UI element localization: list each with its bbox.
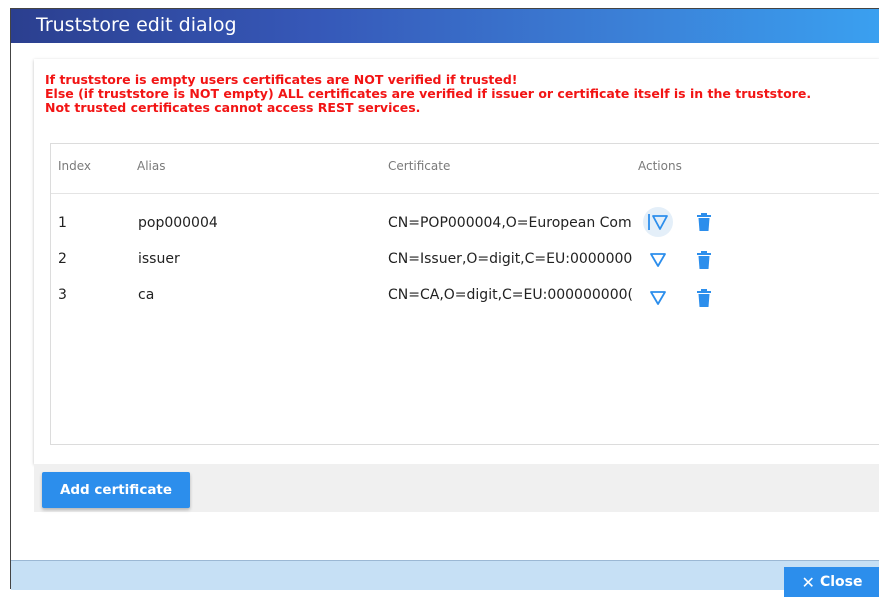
triangle-down-icon xyxy=(648,214,668,230)
warning-line-3: Not trusted certificates cannot access R… xyxy=(45,100,421,115)
certificates-table: Index Alias Certificate Actions 1 pop000… xyxy=(50,143,879,445)
table-header: Index Alias Certificate Actions xyxy=(51,144,879,194)
triangle-down-icon xyxy=(650,253,666,267)
trash-icon[interactable] xyxy=(697,289,711,307)
row-certificate: CN=Issuer,O=digit,C=EU:0000000 xyxy=(388,251,633,267)
table-row[interactable]: 2 issuer CN=Issuer,O=digit,C=EU:0000000 xyxy=(51,241,879,277)
truststore-dialog: Truststore edit dialog If truststore is … xyxy=(10,8,879,597)
dialog-titlebar: Truststore edit dialog xyxy=(11,9,879,43)
warning-message: If truststore is empty users certificate… xyxy=(45,73,865,115)
close-label: Close xyxy=(819,574,863,590)
details-button[interactable] xyxy=(643,207,673,237)
row-index: 1 xyxy=(58,215,67,231)
triangle-down-icon xyxy=(650,291,666,305)
header-alias[interactable]: Alias xyxy=(137,159,165,173)
header-actions: Actions xyxy=(638,159,682,173)
dialog-footer: ✕ Close xyxy=(11,560,879,597)
row-alias: pop000004 xyxy=(138,215,218,231)
row-index: 2 xyxy=(58,251,67,267)
warning-line-2: Else (if truststore is NOT empty) ALL ce… xyxy=(45,86,812,101)
details-button[interactable] xyxy=(643,245,673,275)
trash-icon[interactable] xyxy=(697,251,711,269)
table-row[interactable]: 1 pop000004 CN=POP000004,O=European Com xyxy=(51,205,879,241)
warning-line-1: If truststore is empty users certificate… xyxy=(45,72,518,87)
dialog-title: Truststore edit dialog xyxy=(36,14,237,36)
header-certificate[interactable]: Certificate xyxy=(388,159,450,173)
truststore-card: If truststore is empty users certificate… xyxy=(34,59,879,464)
add-certificate-button[interactable]: Add certificate xyxy=(42,472,190,508)
row-alias: issuer xyxy=(138,251,180,267)
button-bar: Add certificate xyxy=(34,464,879,512)
row-index: 3 xyxy=(58,287,67,303)
trash-icon[interactable] xyxy=(697,213,711,231)
header-index[interactable]: Index xyxy=(58,159,91,173)
row-certificate: CN=POP000004,O=European Com xyxy=(388,215,632,231)
details-button[interactable] xyxy=(643,283,673,313)
row-alias: ca xyxy=(138,287,155,303)
close-button[interactable]: ✕ Close xyxy=(784,567,879,597)
table-row[interactable]: 3 ca CN=CA,O=digit,C=EU:000000000( xyxy=(51,277,879,313)
row-certificate: CN=CA,O=digit,C=EU:000000000( xyxy=(388,287,633,303)
